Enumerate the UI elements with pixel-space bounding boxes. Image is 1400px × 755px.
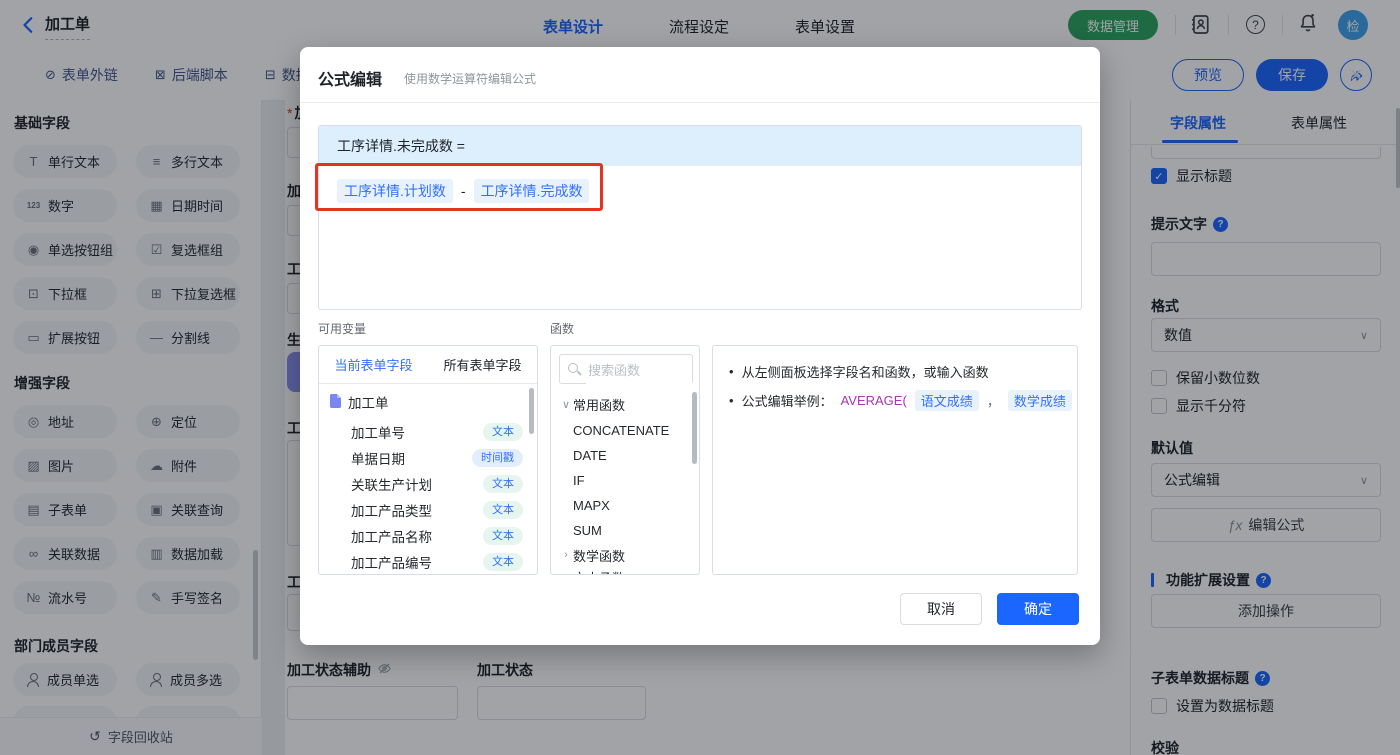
- variable-tree-root[interactable]: 加工单: [319, 390, 537, 414]
- function-search-box: [559, 354, 693, 384]
- function-group-math[interactable]: › 数学函数: [551, 543, 699, 567]
- tab-all-form-fields[interactable]: 所有表单字段: [428, 355, 537, 374]
- variable-row[interactable]: 单据日期 时间戳: [319, 446, 537, 470]
- function-search-input[interactable]: [586, 356, 692, 384]
- cancel-button[interactable]: 取消: [900, 593, 982, 625]
- formula-edit-modal: 公式编辑 使用数学运算符编辑公式 × 工序详情.未完成数 = 工序详情.计划数 …: [300, 47, 1362, 645]
- divider: [300, 102, 1100, 103]
- type-badge: 文本: [483, 553, 523, 571]
- example-token: 数学成绩: [1007, 390, 1072, 411]
- chevron-right-icon: ›: [564, 549, 568, 561]
- formula-token-planned-qty[interactable]: 工序详情.计划数: [337, 179, 453, 203]
- example-function-name: AVERAGE(: [840, 393, 907, 408]
- functions-panel: ∨常用函数 CONCATENATE DATE IF MAPX SUM ›数学函数…: [550, 345, 700, 575]
- formula-token-finished-qty[interactable]: 工序详情.完成数: [473, 179, 590, 203]
- function-item[interactable]: CONCATENATE: [551, 418, 699, 442]
- app-window: 加工单 表单设计 流程设定 表单设置 数据管理 ? 检 ⊘ 表单外链 ⊠ 后端脚…: [0, 0, 1400, 755]
- formula-editor: 工序详情.未完成数 = 工序详情.计划数 - 工序详情.完成数: [318, 125, 1082, 310]
- example-token: 语文成绩: [914, 390, 979, 411]
- function-item[interactable]: IF: [551, 468, 699, 492]
- type-badge: 时间戳: [472, 449, 523, 467]
- variables-scrollbar[interactable]: [529, 388, 534, 434]
- functions-pane-label: 函数: [550, 322, 575, 336]
- function-group-common[interactable]: ∨ 常用函数: [551, 392, 699, 416]
- type-badge: 文本: [483, 527, 523, 545]
- function-item[interactable]: SUM: [551, 518, 699, 542]
- type-badge: 文本: [483, 475, 523, 493]
- variables-pane-label: 可用变量: [318, 322, 367, 336]
- search-icon: [568, 363, 581, 376]
- formula-target-bar: 工序详情.未完成数 =: [319, 126, 1081, 166]
- formula-expression-area[interactable]: 工序详情.计划数 - 工序详情.完成数: [319, 166, 1081, 216]
- tip-line: • 从左侧面板选择字段名和函数，或输入函数: [729, 364, 989, 380]
- tip-example-line: • 公式编辑举例：AVERAGE( 语文成绩，数学成绩): [729, 390, 1077, 411]
- chevron-right-icon: ›: [559, 571, 573, 574]
- function-item[interactable]: DATE: [551, 443, 699, 467]
- functions-scrollbar[interactable]: [692, 392, 697, 464]
- variables-panel: 当前表单字段 所有表单字段 加工单 加工单号 文本 单据日期 时间戳 关联生产计划文…: [318, 345, 538, 575]
- close-icon[interactable]: ×: [1342, 61, 1370, 89]
- type-badge: 文本: [483, 501, 523, 519]
- form-doc-icon: [329, 393, 341, 411]
- variable-row[interactable]: 加工产品名称 文本: [319, 524, 537, 548]
- variable-row[interactable]: 加工产品编号 文本: [319, 550, 537, 574]
- variable-row[interactable]: 关联生产计划 文本: [319, 472, 537, 496]
- tab-current-form-fields[interactable]: 当前表单字段: [319, 355, 428, 374]
- confirm-button[interactable]: 确定: [997, 593, 1079, 625]
- variable-row[interactable]: 加工单号 文本: [319, 420, 537, 444]
- operator-minus: -: [460, 183, 466, 199]
- chevron-down-icon: ∨: [561, 398, 571, 411]
- function-item[interactable]: MAPX: [551, 493, 699, 517]
- variable-row[interactable]: 加工产品类型 文本: [319, 498, 537, 522]
- tips-panel: • 从左侧面板选择字段名和函数，或输入函数 • 公式编辑举例： AVERAGE( …: [712, 345, 1078, 575]
- modal-title: 公式编辑: [318, 72, 383, 89]
- function-group-text[interactable]: ›文本函数: [551, 565, 699, 575]
- modal-subtitle: 使用数学运算符编辑公式: [404, 72, 537, 86]
- variables-tabs: 当前表单字段 所有表单字段: [319, 346, 537, 384]
- type-badge: 文本: [483, 423, 523, 441]
